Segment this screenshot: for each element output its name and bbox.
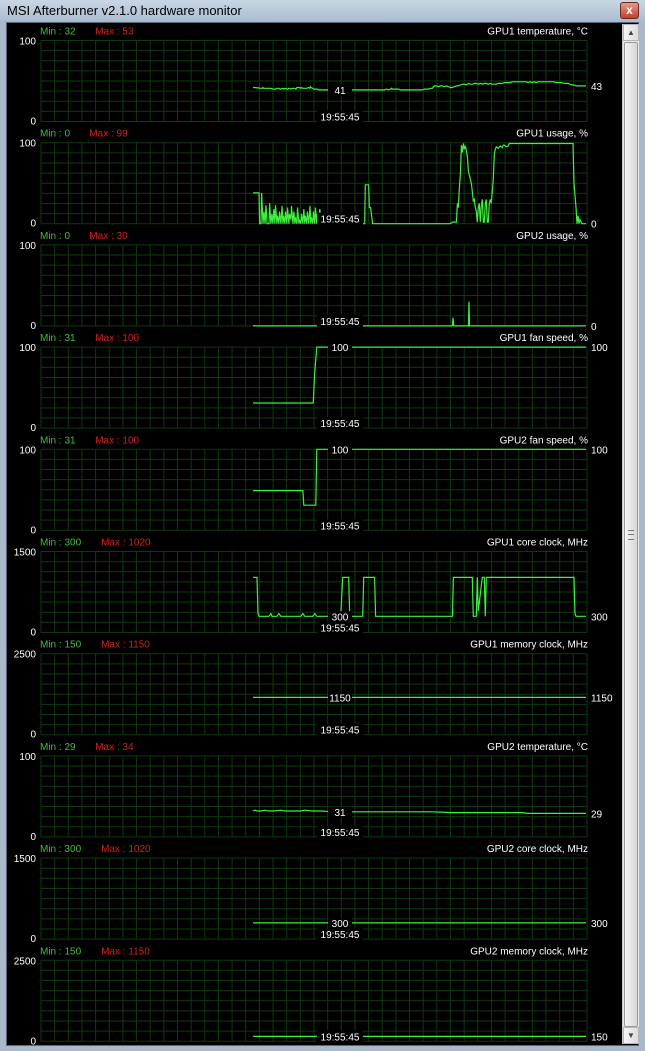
y-axis-min-label: 0: [30, 628, 36, 639]
current-value: 0: [591, 322, 597, 333]
graph-title: GPU2 usage, %: [516, 231, 588, 242]
cursor-value: 31: [334, 808, 346, 819]
scroll-down-button[interactable]: ▼: [623, 1027, 639, 1044]
time-label: 19:55:45: [321, 930, 360, 941]
min-label: Min : 150: [40, 946, 82, 957]
max-label: Max : 1150: [101, 946, 150, 957]
y-axis-min-label: 0: [30, 423, 36, 434]
y-axis-min-label: 0: [30, 1036, 36, 1047]
time-label: 19:55:45: [321, 521, 360, 532]
arrow-down-icon: ▼: [627, 1031, 635, 1040]
current-value: 100: [591, 343, 608, 354]
min-label: Min : 29: [40, 742, 76, 753]
y-axis-min-label: 0: [30, 321, 36, 332]
y-axis-min-label: 0: [30, 219, 36, 230]
graph-title: GPU1 usage, %: [516, 129, 588, 140]
y-axis-max-label: 100: [19, 752, 36, 763]
current-value: 150: [591, 1032, 608, 1043]
current-value: 29: [591, 809, 603, 820]
max-label: Max : 1150: [101, 640, 150, 651]
max-label: Max : 53: [95, 27, 134, 38]
min-label: Min : 31: [40, 333, 76, 344]
min-label: Min : 0: [40, 129, 70, 140]
y-axis-max-label: 1500: [14, 548, 37, 559]
graph-title: GPU1 fan speed, %: [500, 333, 588, 344]
cursor-value: 1150: [329, 693, 351, 704]
min-label: Min : 0: [40, 231, 70, 242]
cursor-value: 100: [332, 445, 349, 456]
graph-title: GPU2 temperature, °C: [487, 742, 588, 753]
graph-title: GPU2 fan speed, %: [500, 435, 588, 446]
max-label: Max : 100: [95, 435, 139, 446]
min-label: Min : 300: [40, 538, 82, 549]
min-label: Min : 32: [40, 27, 76, 38]
time-label: 19:55:45: [321, 215, 360, 226]
current-value: 300: [591, 612, 608, 623]
y-axis-max-label: 100: [19, 241, 36, 252]
current-value: 43: [591, 82, 603, 93]
y-axis-max-label: 100: [19, 445, 36, 456]
max-label: Max : 1020: [101, 844, 151, 855]
graph-title: GPU2 memory clock, MHz: [470, 946, 588, 957]
graph-title: GPU1 memory clock, MHz: [470, 640, 588, 651]
y-axis-max-label: 2500: [14, 956, 37, 967]
graph-title: GPU1 temperature, °C: [487, 27, 588, 38]
min-label: Min : 300: [40, 844, 82, 855]
arrow-up-icon: ▲: [627, 28, 635, 37]
cursor-value: 41: [334, 86, 346, 97]
graphs-area: Min : 32 Max : 53 GPU1 temperature, °C 100 0…: [14, 27, 613, 1048]
min-label: Min : 150: [40, 640, 82, 651]
graph-title: GPU1 core clock, MHz: [487, 538, 588, 549]
time-label: 19:55:45: [321, 726, 360, 737]
y-axis-max-label: 1500: [14, 854, 37, 865]
y-axis-max-label: 100: [19, 343, 36, 354]
current-value: 0: [591, 220, 597, 231]
graph-title: GPU2 core clock, MHz: [487, 844, 588, 855]
current-value: 100: [591, 445, 608, 456]
y-axis-min-label: 0: [30, 730, 36, 741]
y-axis-max-label: 100: [19, 139, 36, 150]
scroll-up-button[interactable]: ▲: [623, 24, 639, 41]
time-label: 19:55:45: [321, 113, 360, 124]
grip-icon: [628, 530, 634, 540]
y-axis-min-label: 0: [30, 525, 36, 536]
time-label: 19:55:45: [321, 1032, 360, 1043]
time-label: 19:55:45: [321, 419, 360, 430]
y-axis-max-label: 2500: [14, 650, 37, 661]
min-label: Min : 31: [40, 435, 76, 446]
time-label: 19:55:45: [321, 624, 360, 635]
time-label: 19:55:45: [321, 317, 360, 328]
y-axis-min-label: 0: [30, 117, 36, 128]
y-axis-max-label: 100: [19, 37, 36, 48]
current-value: 300: [591, 919, 608, 930]
y-axis-min-label: 0: [30, 832, 36, 843]
max-label: Max : 34: [95, 742, 134, 753]
max-label: Max : 1020: [101, 538, 151, 549]
max-label: Max : 100: [95, 333, 139, 344]
current-value: 1150: [591, 693, 613, 704]
scroll-thumb[interactable]: [624, 42, 638, 1027]
cursor-value: 100: [332, 343, 349, 354]
max-label: Max : 30: [89, 231, 128, 242]
vertical-scrollbar[interactable]: ▲ ▼: [622, 24, 639, 1044]
y-axis-min-label: 0: [30, 934, 36, 945]
time-label: 19:55:45: [321, 828, 360, 839]
max-label: Max : 99: [89, 129, 128, 140]
